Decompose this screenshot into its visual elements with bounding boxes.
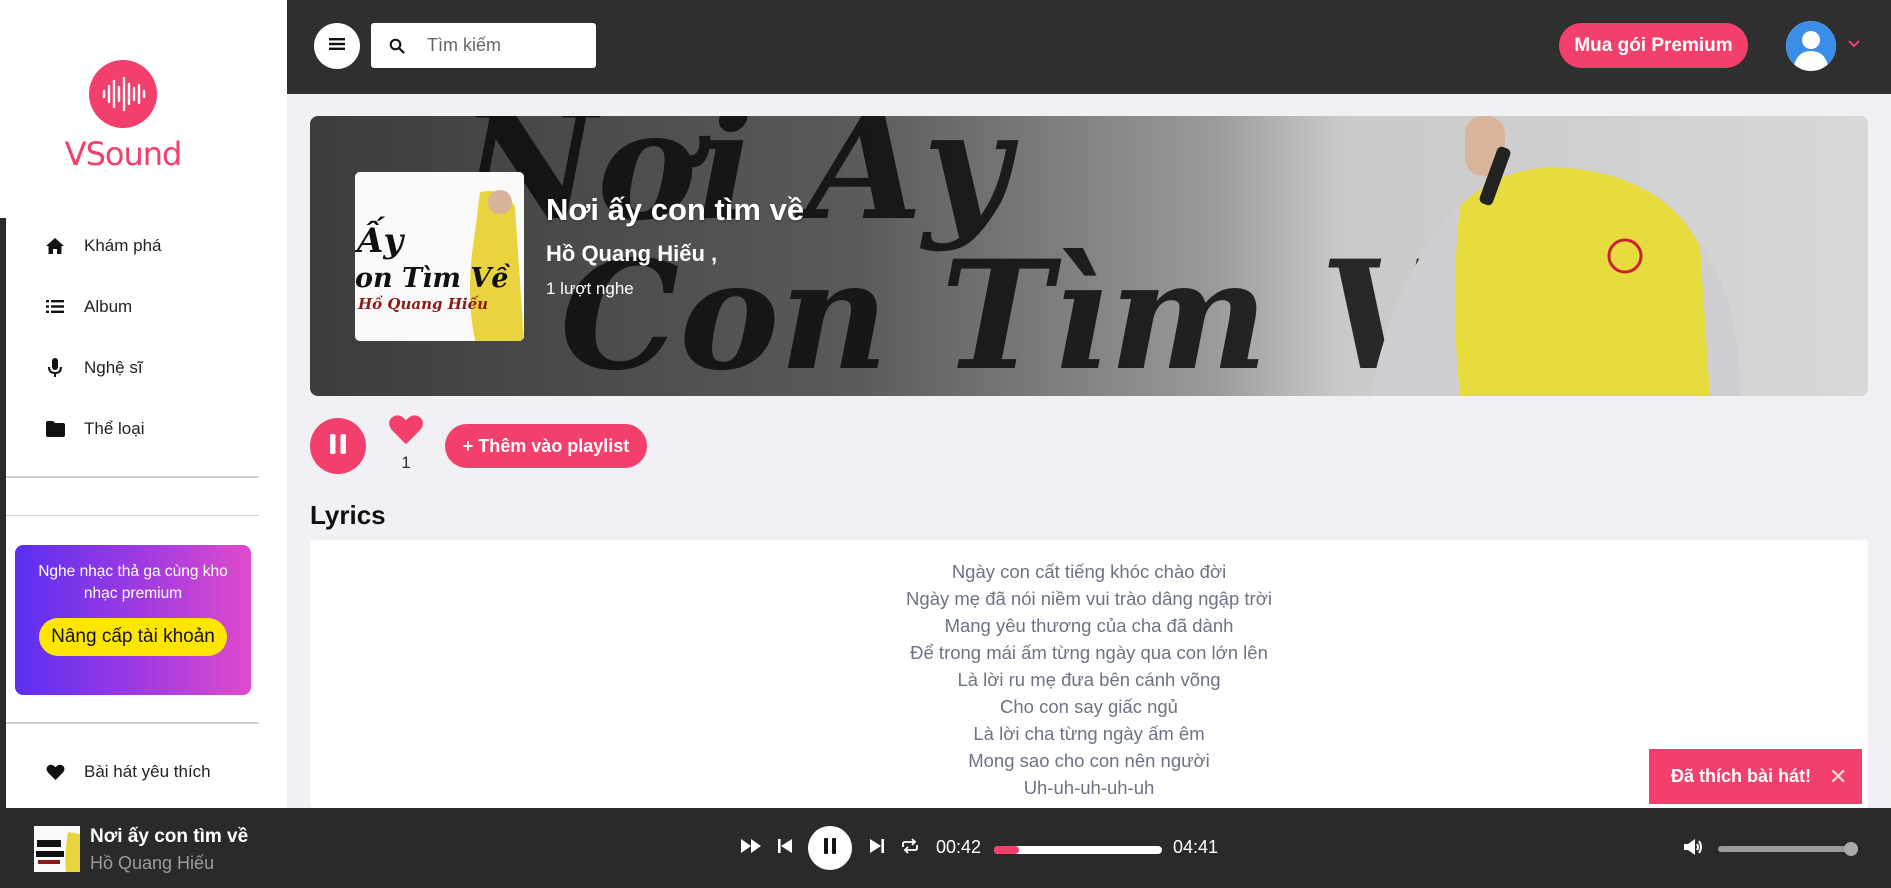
- player-song-artist: Hồ Quang Hiếu: [90, 853, 215, 873]
- menu-button[interactable]: [314, 23, 360, 69]
- lyric-line: Là lời ru mẹ đưa bên cánh võng: [957, 669, 1221, 690]
- skip-back-icon: [777, 838, 793, 859]
- like-button[interactable]: 1: [386, 414, 426, 473]
- logo-text[interactable]: VSound: [60, 135, 186, 173]
- lyric-line: Ngày con cất tiếng khóc chào đời: [951, 561, 1227, 582]
- current-time: 00:42: [936, 837, 982, 857]
- song-banner: Nơi Ấy Con Tìm Về Ấy on Tìm Về Hồ Quang …: [310, 116, 1868, 396]
- volume-knob[interactable]: [1844, 842, 1858, 856]
- fast-forward-button[interactable]: [738, 836, 764, 860]
- like-count: 1: [401, 453, 411, 472]
- progress-bar[interactable]: [994, 846, 1162, 854]
- pause-icon: [329, 433, 347, 459]
- cover-text: Ấy: [355, 216, 405, 261]
- lyric-line: Mong sao cho con nên người: [968, 750, 1210, 771]
- sidebar-item-the-loai[interactable]: Thể loại: [6, 398, 287, 459]
- sidebar-item-album[interactable]: Album: [6, 276, 287, 337]
- total-time: 04:41: [1173, 837, 1219, 857]
- heart-icon: [387, 415, 425, 450]
- sidebar-item-favorites[interactable]: Bài hát yêu thích: [6, 742, 287, 802]
- search-icon: [389, 38, 405, 54]
- sidebar-item-label: Nghệ sĩ: [84, 357, 143, 377]
- cover-text: on Tìm Về: [355, 262, 510, 294]
- cover-text: Hồ Quang Hiếu: [357, 295, 488, 313]
- pause-icon: [823, 837, 837, 859]
- song-title: Nơi ấy con tìm về: [546, 192, 805, 227]
- player-cover-image: [34, 826, 80, 872]
- sidebar-item-kham-pha[interactable]: Khám phá: [6, 215, 287, 276]
- hamburger-icon: [329, 37, 345, 56]
- next-button[interactable]: [864, 836, 890, 860]
- sidebar-item-label: Khám phá: [84, 235, 162, 255]
- sidebar-item-label: Thể loại: [84, 418, 145, 438]
- heart-icon: [44, 761, 66, 783]
- progress-fill: [994, 846, 1020, 854]
- search-box[interactable]: [371, 23, 596, 68]
- close-icon[interactable]: ✕: [1829, 764, 1847, 790]
- sidebar-divider: [6, 515, 259, 516]
- upgrade-account-button[interactable]: Nâng cấp tài khoản: [39, 618, 227, 656]
- sidebar-item-label: Bài hát yêu thích: [84, 762, 211, 781]
- liked-toast: Đã thích bài hát! ✕: [1649, 749, 1862, 804]
- buy-premium-button[interactable]: Mua gói Premium: [1559, 23, 1748, 68]
- previous-button[interactable]: [772, 836, 798, 860]
- chevron-down-icon[interactable]: [1847, 37, 1861, 51]
- toast-message: Đã thích bài hát!: [1671, 766, 1812, 786]
- lyric-line: Cho con say giấc ngủ: [1000, 696, 1178, 717]
- lyric-line: Uh-uh-uh-uh-uh: [1023, 777, 1155, 798]
- top-header: Mua gói Premium: [287, 0, 1891, 94]
- sidebar-divider: [6, 476, 259, 478]
- logo-icon[interactable]: [89, 60, 157, 128]
- folder-icon: [44, 418, 66, 440]
- lyric-line: Mang yêu thương của cha đã dành: [944, 615, 1234, 636]
- player-pause-button[interactable]: [808, 826, 852, 870]
- search-input[interactable]: [427, 35, 587, 56]
- sidebar: VSound Khám phá Album Nghệ sĩ Thể loại N…: [0, 0, 287, 808]
- repeat-icon: [900, 837, 920, 859]
- sidebar-item-label: Album: [84, 296, 133, 316]
- premium-promo-card: Nghe nhạc thả ga cùng kho nhạc premium N…: [15, 545, 251, 695]
- song-play-count: 1 lượt nghe: [546, 279, 634, 298]
- fast-forward-icon: [740, 838, 762, 859]
- lyric-line: Là lời cha từng ngày ấm êm: [973, 723, 1205, 744]
- lyrics-panel: Ngày con cất tiếng khóc chào đời Ngày mẹ…: [310, 540, 1868, 808]
- lyric-line: Để trong mái ấm từng ngày qua con lớn lê…: [910, 642, 1268, 663]
- microphone-icon: [44, 357, 66, 379]
- song-artist[interactable]: Hồ Quang Hiếu ,: [546, 241, 717, 267]
- volume-icon[interactable]: [1682, 836, 1706, 860]
- player-song-title: Nơi ấy con tìm về: [90, 826, 249, 847]
- sidebar-nav: Khám phá Album Nghệ sĩ Thể loại: [6, 215, 287, 459]
- singer-image: [1370, 116, 1740, 396]
- home-icon: [44, 235, 66, 257]
- pause-button[interactable]: [310, 418, 366, 474]
- promo-text: Nghe nhạc thả ga cùng kho nhạc premium: [38, 563, 228, 602]
- player-bar: Nơi ấy con tìm về Hồ Quang Hiếu 00:42 04…: [0, 808, 1891, 888]
- volume-slider[interactable]: [1718, 842, 1858, 856]
- repeat-button[interactable]: [897, 836, 923, 860]
- skip-forward-icon: [869, 838, 885, 859]
- lyric-line: Ngày mẹ đã nói niềm vui trào dâng ngập t…: [906, 588, 1272, 609]
- avatar[interactable]: [1786, 21, 1836, 71]
- song-cover-image: Ấy on Tìm Về Hồ Quang Hiếu: [355, 172, 524, 341]
- lyrics-heading: Lyrics: [310, 500, 386, 530]
- list-icon: [44, 296, 66, 318]
- sidebar-edge-top: [0, 0, 6, 218]
- add-to-playlist-button[interactable]: + Thêm vào playlist: [445, 424, 647, 468]
- sidebar-item-nghe-si[interactable]: Nghệ sĩ: [6, 337, 287, 398]
- sidebar-divider: [6, 722, 259, 724]
